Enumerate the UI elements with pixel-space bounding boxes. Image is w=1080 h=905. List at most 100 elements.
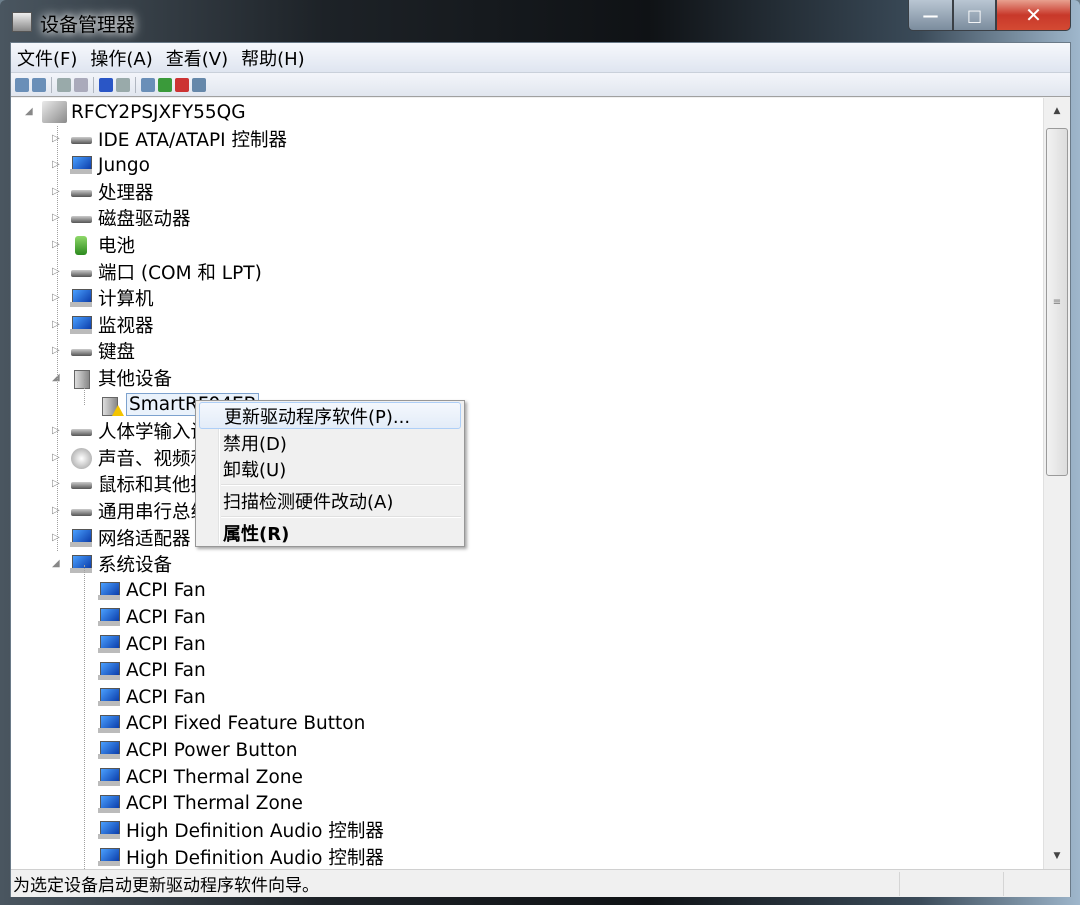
menu-bar: 文件(F) 操作(A) 查看(V) 帮助(H) (11, 43, 1070, 73)
tree-item-label: 端口 (COM 和 LPT) (98, 262, 262, 284)
expand-icon[interactable]: ▷ (52, 478, 60, 489)
forward-icon[interactable] (32, 77, 46, 92)
tree-item[interactable]: IDE ATA/ATAPI 控制器 (69, 126, 287, 152)
computer-icon (42, 101, 67, 123)
tree-item[interactable]: ACPI Power Button (97, 737, 298, 763)
device-icon (69, 553, 94, 575)
show-hide-tree-icon[interactable] (57, 77, 71, 92)
expand-icon[interactable]: ▷ (52, 319, 60, 330)
device-icon (97, 739, 122, 761)
toolbar-separator (93, 76, 94, 93)
tree-item-label: High Definition Audio 控制器 (126, 847, 384, 869)
vertical-scrollbar[interactable]: ▲ ≡ ▼ (1043, 98, 1070, 869)
collapse-icon[interactable]: ◢ (52, 372, 60, 383)
toolbar-separator (135, 76, 136, 93)
disable-icon[interactable] (175, 77, 189, 92)
menu-help[interactable]: 帮助(H) (241, 45, 305, 71)
tree-item[interactable]: ACPI Fan (97, 578, 206, 604)
device-icon (69, 447, 94, 469)
device-icon (69, 234, 94, 256)
expand-icon[interactable]: ▷ (52, 239, 60, 250)
expand-icon[interactable]: ▷ (52, 292, 60, 303)
menu-action[interactable]: 操作(A) (90, 45, 152, 71)
menu-item-update-driver[interactable]: 更新驱动程序软件(P)... (199, 402, 461, 429)
device-icon (69, 500, 94, 522)
status-bar: 为选定设备启动更新驱动程序软件向导。 (11, 869, 1070, 897)
tree-item-label: ACPI Power Button (126, 739, 298, 761)
menu-view[interactable]: 查看(V) (166, 45, 228, 71)
update-driver-icon[interactable] (158, 77, 172, 92)
tree-item-label: High Definition Audio 控制器 (126, 821, 384, 843)
tree-item[interactable]: ACPI Fan (97, 604, 206, 630)
device-icon (97, 846, 122, 868)
tree-item-label: ACPI Fan (126, 660, 206, 682)
close-button[interactable]: ✕ (996, 0, 1071, 31)
collapse-icon[interactable]: ◢ (52, 558, 60, 569)
device-icon (97, 766, 122, 788)
menu-item-disable[interactable]: 禁用(D) (199, 429, 461, 456)
tree-item[interactable]: 计算机 (69, 285, 154, 311)
view-icon[interactable] (116, 77, 130, 92)
tree-item-label: 网络适配器 (98, 528, 191, 550)
tree-item[interactable]: High Definition Audio 控制器 (97, 817, 384, 843)
expand-icon[interactable]: ▷ (52, 425, 60, 436)
device-icon (97, 606, 122, 628)
tree-item[interactable]: ACPI Fixed Feature Button (97, 711, 365, 737)
expand-icon[interactable]: ▷ (52, 186, 60, 197)
tree-item[interactable]: Jungo (69, 152, 150, 178)
device-icon (97, 633, 122, 655)
tree-item-label: 监视器 (98, 315, 154, 337)
collapse-icon[interactable]: ◢ (25, 106, 33, 117)
help-icon[interactable] (99, 77, 113, 92)
expand-icon[interactable]: ▷ (52, 159, 60, 170)
warning-icon (112, 404, 124, 416)
expand-icon[interactable]: ▷ (52, 133, 60, 144)
device-icon (97, 819, 122, 841)
scan-hardware-icon[interactable] (141, 77, 155, 92)
device-tree[interactable]: RFCY2PSJXFY55QG ◢ IDE ATA/ATAPI 控制器 ▷ Jungo ▷… (11, 98, 1044, 869)
properties-icon[interactable] (74, 77, 88, 92)
scroll-thumb[interactable]: ≡ (1046, 128, 1068, 476)
tree-item[interactable]: 监视器 (69, 312, 154, 338)
device-icon (97, 660, 122, 682)
scroll-down-icon[interactable]: ▼ (1044, 843, 1070, 869)
menu-item-uninstall[interactable]: 卸载(U) (199, 455, 461, 482)
tree-item[interactable]: ACPI Fan (97, 658, 206, 684)
tree-item[interactable]: High Definition Audio 控制器 (97, 844, 384, 869)
expand-icon[interactable]: ▷ (52, 452, 60, 463)
tree-item[interactable]: 网络适配器 (69, 525, 191, 551)
device-icon (69, 340, 94, 362)
expand-icon[interactable]: ▷ (52, 345, 60, 356)
tree-item[interactable]: 端口 (COM 和 LPT) (69, 259, 262, 285)
maximize-button[interactable]: □ (953, 0, 996, 31)
tree-item-label: IDE ATA/ATAPI 控制器 (98, 129, 287, 151)
minimize-button[interactable]: — (908, 0, 953, 31)
menu-item-properties[interactable]: 属性(R) (199, 519, 461, 546)
expand-icon[interactable]: ▷ (52, 532, 60, 543)
tree-item[interactable]: 键盘 (69, 338, 135, 364)
expand-icon[interactable]: ▷ (52, 266, 60, 277)
menu-item-scan-hardware[interactable]: 扫描检测硬件改动(A) (199, 487, 461, 514)
menu-separator (221, 516, 461, 518)
tree-item-label: ACPI Fan (126, 686, 206, 708)
tree-item[interactable]: ACPI Fan (97, 684, 206, 710)
tree-root[interactable]: RFCY2PSJXFY55QG (42, 99, 246, 125)
back-icon[interactable] (15, 77, 29, 92)
scroll-up-icon[interactable]: ▲ (1044, 98, 1070, 124)
tree-item[interactable]: ACPI Thermal Zone (97, 764, 303, 790)
tree-item-label: Jungo (98, 154, 150, 176)
device-icon (69, 154, 94, 176)
tree-item-label: 计算机 (98, 289, 154, 311)
expand-icon[interactable]: ▷ (52, 212, 60, 223)
uninstall-icon[interactable] (192, 77, 206, 92)
tree-item[interactable]: ACPI Thermal Zone (97, 791, 303, 817)
tree-item[interactable]: 电池 (69, 232, 135, 258)
device-icon (97, 580, 122, 602)
tree-item[interactable]: 处理器 (69, 179, 154, 205)
tree-item[interactable]: 磁盘驱动器 (69, 205, 191, 231)
device-icon (69, 181, 94, 203)
device-icon (97, 793, 122, 815)
tree-item[interactable]: ACPI Fan (97, 631, 206, 657)
menu-file[interactable]: 文件(F) (17, 45, 77, 71)
expand-icon[interactable]: ▷ (52, 505, 60, 516)
